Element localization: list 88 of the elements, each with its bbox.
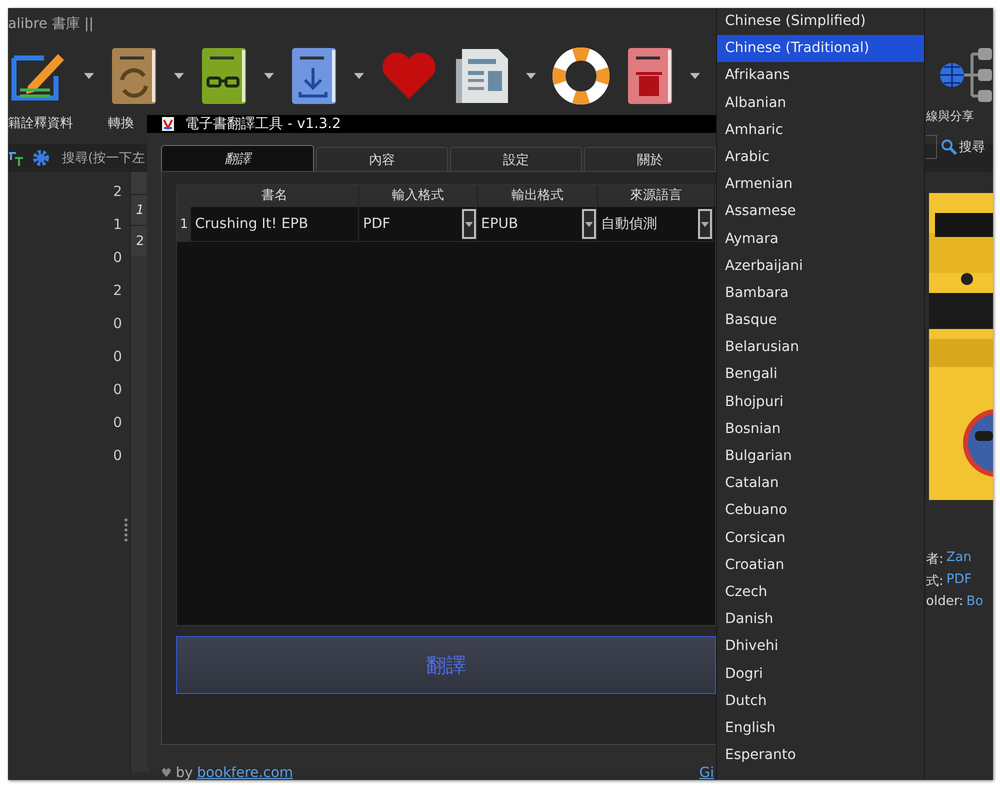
caret-icon bbox=[585, 222, 593, 226]
caret-icon[interactable] bbox=[84, 73, 94, 79]
heart-icon: ♥ bbox=[161, 766, 172, 780]
format-dropdown[interactable]: EPUB bbox=[477, 207, 597, 241]
caret-icon bbox=[701, 222, 709, 226]
language-option[interactable]: Arabic bbox=[717, 144, 924, 172]
language-option[interactable]: Croatian bbox=[717, 552, 924, 579]
download-book-icon[interactable] bbox=[290, 46, 338, 106]
search-field[interactable]: 搜尋(按一下左 bbox=[58, 147, 150, 169]
language-option[interactable]: Basque bbox=[717, 307, 924, 334]
settings-icon[interactable] bbox=[32, 149, 50, 167]
language-option[interactable]: Cebuano bbox=[717, 497, 924, 525]
language-option[interactable]: Bengali bbox=[717, 361, 924, 389]
count-cell-text: 0 bbox=[113, 415, 123, 433]
window-title: alibre 書庫 || bbox=[8, 15, 94, 33]
language-option[interactable]: Azerbaijani bbox=[717, 252, 924, 280]
app-icon bbox=[161, 116, 175, 132]
language-option[interactable]: English bbox=[717, 714, 924, 742]
language-option[interactable]: Afrikaans bbox=[717, 62, 924, 90]
language-option[interactable]: Bhojpuri bbox=[717, 388, 924, 416]
language-option[interactable]: Albanian bbox=[717, 90, 924, 117]
row-number: 1 bbox=[177, 207, 191, 241]
detail-label: 式: bbox=[926, 573, 944, 590]
caret-icon[interactable] bbox=[690, 73, 700, 79]
splitter-handle[interactable] bbox=[124, 517, 128, 543]
detail-link[interactable]: Bo bbox=[966, 594, 984, 609]
language-option[interactable]: Belarusian bbox=[717, 334, 924, 362]
language-option[interactable]: Bulgarian bbox=[717, 443, 924, 470]
language-option[interactable]: Aymara bbox=[717, 226, 924, 253]
detail-link[interactable]: PDF bbox=[946, 572, 972, 590]
column-header[interactable]: 輸出格式 bbox=[478, 185, 598, 207]
language-option[interactable]: Danish bbox=[717, 606, 924, 634]
language-option[interactable]: Bambara bbox=[717, 280, 924, 308]
dialog-title: 電子書翻譯工具 - v1.3.2 bbox=[185, 115, 341, 133]
newspaper-icon[interactable] bbox=[454, 47, 510, 105]
tab[interactable]: 內容 bbox=[316, 147, 448, 171]
caret-icon[interactable] bbox=[354, 73, 364, 79]
search-field[interactable] bbox=[926, 135, 937, 159]
refresh-book-icon[interactable] bbox=[110, 46, 158, 106]
search-icon bbox=[941, 139, 957, 155]
language-option[interactable]: Chinese (Simplified) bbox=[717, 8, 924, 36]
toolbar-label[interactable]: 線與分享 bbox=[926, 108, 993, 125]
count-cell-text: 0 bbox=[113, 349, 123, 367]
toolbar-label[interactable]: 轉換 bbox=[108, 114, 134, 132]
caret-icon[interactable] bbox=[526, 73, 536, 79]
column-header[interactable]: 來源語言 bbox=[598, 185, 715, 207]
column-header[interactable]: 輸入格式 bbox=[359, 185, 478, 207]
detail-label: older: bbox=[926, 594, 964, 609]
github-link[interactable]: Gi bbox=[699, 765, 714, 780]
caret-icon[interactable] bbox=[264, 73, 274, 79]
language-option[interactable]: Esperanto bbox=[717, 742, 924, 770]
language-option[interactable]: Dhivehi bbox=[717, 633, 924, 660]
tab[interactable]: 翻譯 bbox=[161, 145, 314, 171]
toolbar-label[interactable]: 籍詮釋資料 bbox=[8, 114, 73, 132]
glasses-book-icon[interactable] bbox=[200, 46, 248, 106]
search-button[interactable]: 搜尋 bbox=[941, 138, 985, 156]
language-option[interactable]: Dogri bbox=[717, 660, 924, 688]
lifebuoy-icon[interactable] bbox=[552, 47, 610, 105]
language-option[interactable]: Czech bbox=[717, 578, 924, 606]
credit-text: by bbox=[176, 765, 193, 780]
caret-icon[interactable] bbox=[174, 73, 184, 79]
tab[interactable]: 設定 bbox=[450, 147, 582, 171]
detail-label: 者: bbox=[926, 551, 944, 568]
count-cell-text: 1 bbox=[113, 217, 123, 235]
table-cell: Crushing It! EPB bbox=[191, 207, 359, 241]
language-option[interactable]: Corsican bbox=[717, 524, 924, 552]
tab[interactable]: 關於 bbox=[584, 147, 716, 171]
caret-icon bbox=[465, 222, 473, 226]
language-option[interactable]: Chinese (Traditional) bbox=[717, 35, 924, 62]
count-cell-text: 2 bbox=[113, 283, 123, 301]
language-option[interactable]: Amharic bbox=[717, 116, 924, 144]
language-dropdown[interactable]: 自動偵測 bbox=[597, 207, 713, 241]
count-cell-text: 0 bbox=[113, 316, 123, 334]
website-link[interactable]: bookfere.com bbox=[196, 765, 294, 780]
count-cell-text: 0 bbox=[113, 448, 123, 466]
language-option[interactable]: Armenian bbox=[717, 171, 924, 198]
trash-book-icon[interactable] bbox=[626, 46, 674, 106]
detail-link[interactable]: Zan bbox=[946, 550, 972, 568]
language-option[interactable]: Catalan bbox=[717, 470, 924, 498]
count-cell-text: 2 bbox=[113, 184, 123, 202]
language-option[interactable]: Bosnian bbox=[717, 416, 924, 443]
tag-icon[interactable] bbox=[8, 150, 24, 166]
column-header[interactable]: 書名 bbox=[190, 185, 360, 207]
count-cell-text: 0 bbox=[113, 250, 123, 268]
language-option[interactable]: Assamese bbox=[717, 198, 924, 226]
language-option[interactable]: Dutch bbox=[717, 688, 924, 715]
format-dropdown[interactable]: PDF bbox=[359, 207, 477, 241]
count-cell-text: 0 bbox=[113, 382, 123, 400]
